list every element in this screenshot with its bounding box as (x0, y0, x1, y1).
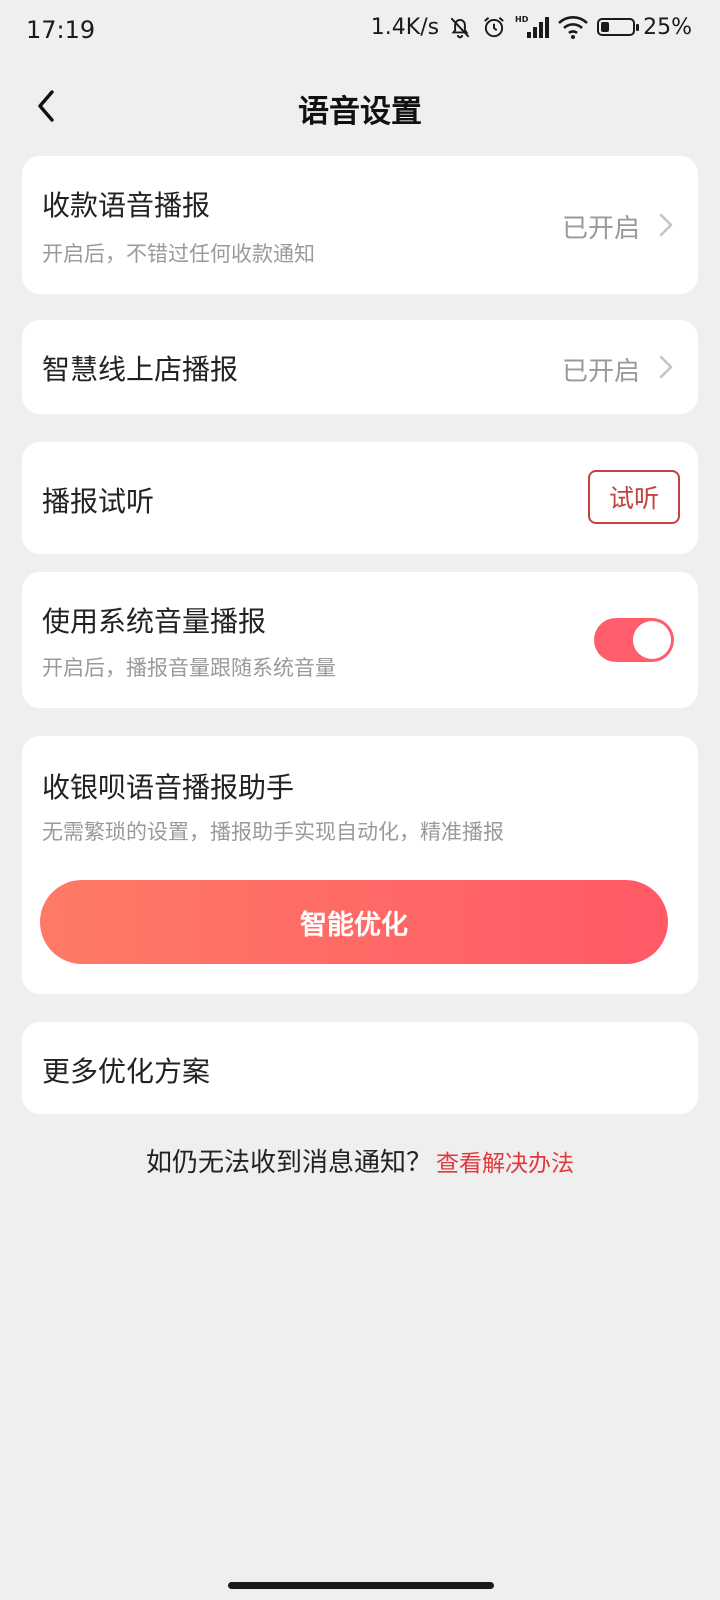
listen-test-title: 播报试听 (42, 485, 155, 518)
system-volume-title: 使用系统音量播报 (42, 605, 267, 638)
battery-icon (597, 18, 640, 36)
page-title: 语音设置 (298, 94, 422, 130)
listen-test-button[interactable]: 试听 (588, 470, 680, 524)
hd-signal-icon: HD (515, 14, 550, 40)
payment-voice-title: 收款语音播报 (42, 189, 211, 222)
status-bar: 17:19 1.4K/s HD 25% (0, 0, 720, 64)
battery-text: 25% (643, 14, 692, 40)
assistant-title: 收银呗语音播报助手 (42, 771, 295, 804)
listen-test-row: 播报试听 试听 (22, 442, 698, 554)
view-solution-link[interactable]: 查看解决办法 (436, 1151, 574, 1177)
help-row: 如仍无法收到消息通知？ 查看解决办法 (0, 1142, 720, 1179)
status-indicators: 1.4K/s HD 25% (371, 14, 692, 40)
smart-store-row[interactable]: 智慧线上店播报 已开启 (22, 320, 698, 414)
more-options-row[interactable]: 更多优化方案 (22, 1022, 698, 1114)
smart-optimize-button[interactable]: 智能优化 (40, 880, 668, 964)
toggle-knob (633, 621, 671, 659)
payment-voice-status: 已开启 (561, 214, 640, 244)
assistant-card: 收银呗语音播报助手 无需繁琐的设置，播报助手实现自动化，精准播报 智能优化 (22, 736, 698, 994)
alarm-icon (481, 14, 507, 40)
system-volume-toggle[interactable] (594, 618, 674, 662)
home-indicator (228, 1582, 494, 1589)
system-volume-row: 使用系统音量播报 开启后，播报音量跟随系统音量 (22, 572, 698, 708)
chevron-right-icon (659, 213, 673, 237)
chevron-right-icon (659, 355, 673, 379)
net-speed: 1.4K/s (370, 14, 440, 40)
svg-text:HD: HD (515, 15, 529, 24)
smart-store-status: 已开启 (561, 357, 640, 387)
help-question: 如仍无法收到消息通知？ (145, 1148, 432, 1178)
header: 语音设置 (0, 72, 720, 138)
mute-bell-icon (447, 14, 473, 40)
more-options-title: 更多优化方案 (42, 1055, 211, 1088)
payment-voice-row[interactable]: 收款语音播报 开启后，不错过任何收款通知 已开启 (22, 156, 698, 294)
assistant-subtitle: 无需繁琐的设置，播报助手实现自动化，精准播报 (42, 820, 504, 844)
system-volume-subtitle: 开启后，播报音量跟随系统音量 (42, 656, 336, 680)
wifi-icon (557, 14, 589, 40)
smart-store-title: 智慧线上店播报 (42, 353, 239, 386)
status-time: 17:19 (26, 16, 96, 44)
payment-voice-subtitle: 开启后，不错过任何收款通知 (42, 242, 315, 266)
battery-fill (601, 22, 609, 32)
